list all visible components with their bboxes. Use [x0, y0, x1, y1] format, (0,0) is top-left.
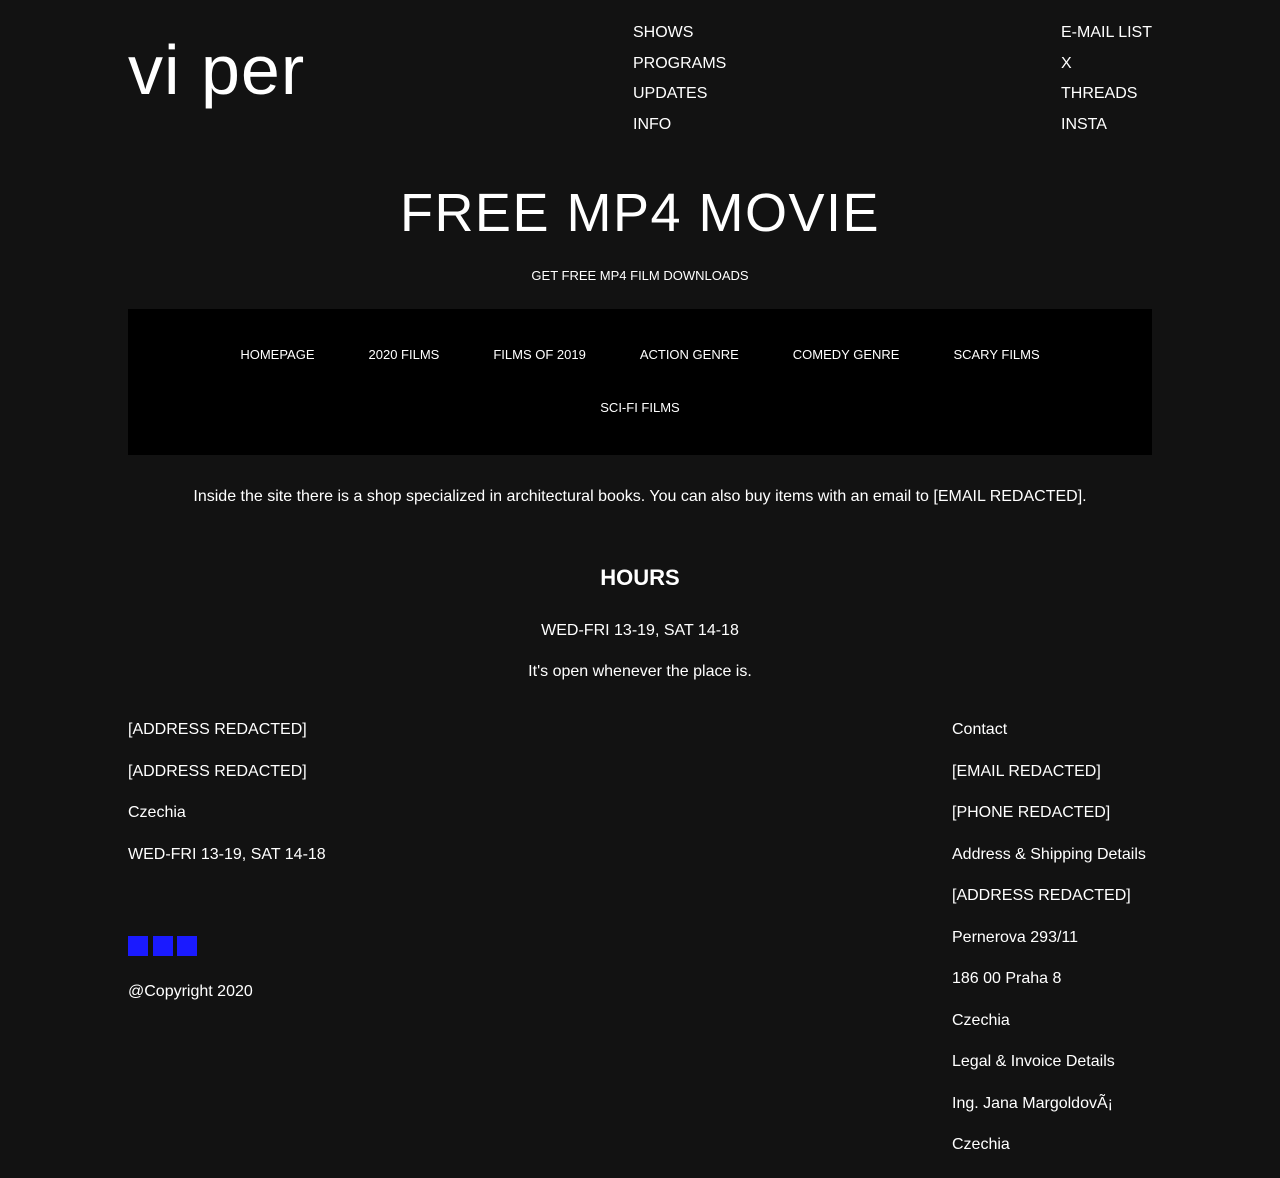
footer-phone-link[interactable]: [PHONE REDACTED] [952, 804, 1146, 822]
hours-note: It's open whenever the place is. [528, 663, 752, 680]
site-tagline: GET FREE MP4 FILM DOWNLOADS [531, 268, 749, 283]
nav-link-email-list[interactable]: E-MAIL LIST [1061, 18, 1152, 49]
menu-item-films-of-2019[interactable]: FILMS OF 2019 [493, 347, 585, 363]
menu-row: SCI-FI FILMS [128, 400, 1152, 416]
primary-nav: SHOWS PROGRAMS UPDATES INFO [633, 18, 726, 140]
menu-item-sci-fi-films[interactable]: SCI-FI FILMS [600, 400, 679, 416]
copyright: @Copyright 2020 [128, 983, 253, 1000]
footer-contact: Contact [EMAIL REDACTED] [PHONE REDACTED… [952, 721, 1146, 1178]
footer-email-link[interactable]: [EMAIL REDACTED] [952, 763, 1146, 781]
menu-item-action-genre[interactable]: ACTION GENRE [640, 347, 739, 363]
footer-shipping-line: Czechia [952, 1011, 1010, 1029]
nav-link-shows[interactable]: SHOWS [633, 18, 726, 49]
footer-shipping-line: 186 00 Praha 8 [952, 970, 1062, 987]
site-title[interactable]: FREE MP4 MOVIE [0, 180, 1280, 246]
social-icon-3[interactable] [177, 936, 197, 956]
menu-item-comedy-genre[interactable]: COMEDY GENRE [793, 347, 900, 363]
footer-legal-heading: Legal & Invoice Details [952, 1053, 1115, 1070]
nav-link-updates[interactable]: UPDATES [633, 79, 726, 110]
hours-heading: HOURS [600, 565, 680, 590]
footer-contact-heading: Contact [952, 721, 1008, 738]
intro-text: Inside the site there is a shop speciali… [193, 488, 1087, 505]
footer-address-line: [ADDRESS REDACTED] [128, 721, 307, 738]
nav-link-programs[interactable]: PROGRAMS [633, 49, 726, 80]
menu-item-scary-films[interactable]: SCARY FILMS [953, 347, 1039, 363]
footer-shipping-line: [ADDRESS REDACTED] [952, 887, 1131, 904]
footer-legal-line: Ing. Jana MargoldovÃ¡ [952, 1094, 1113, 1112]
nav-link-insta[interactable]: INSTA [1061, 110, 1152, 141]
social-nav: E-MAIL LIST X THREADS INSTA [1061, 18, 1152, 140]
site-logo[interactable]: vi per [128, 30, 305, 110]
main-menu: HOMEPAGE 2020 FILMS FILMS OF 2019 ACTION… [128, 309, 1152, 455]
footer-legal-line: Czechia [952, 1136, 1010, 1153]
footer-hours: WED-FRI 13-19, SAT 14-18 [128, 845, 326, 863]
social-icon-2[interactable] [152, 936, 173, 956]
footer-shipping-line: Pernerova 293/11 [952, 928, 1079, 946]
nav-link-threads[interactable]: THREADS [1061, 79, 1152, 110]
social-icon-1[interactable] [128, 936, 148, 956]
footer-address-line: [ADDRESS REDACTED] [128, 762, 307, 780]
social-icons [128, 936, 202, 956]
menu-item-homepage[interactable]: HOMEPAGE [240, 347, 314, 363]
menu-item-2020-films[interactable]: 2020 FILMS [369, 347, 440, 363]
footer-address: [ADDRESS REDACTED] [ADDRESS REDACTED] Cz… [128, 721, 326, 887]
footer-shipping-heading: Address & Shipping Details [952, 845, 1146, 863]
nav-link-x[interactable]: X [1061, 49, 1152, 80]
nav-link-info[interactable]: INFO [633, 110, 726, 141]
menu-row: HOMEPAGE 2020 FILMS FILMS OF 2019 ACTION… [128, 347, 1152, 363]
footer-country: Czechia [128, 804, 186, 821]
hours-time: WED-FRI 13-19, SAT 14-18 [541, 622, 739, 639]
